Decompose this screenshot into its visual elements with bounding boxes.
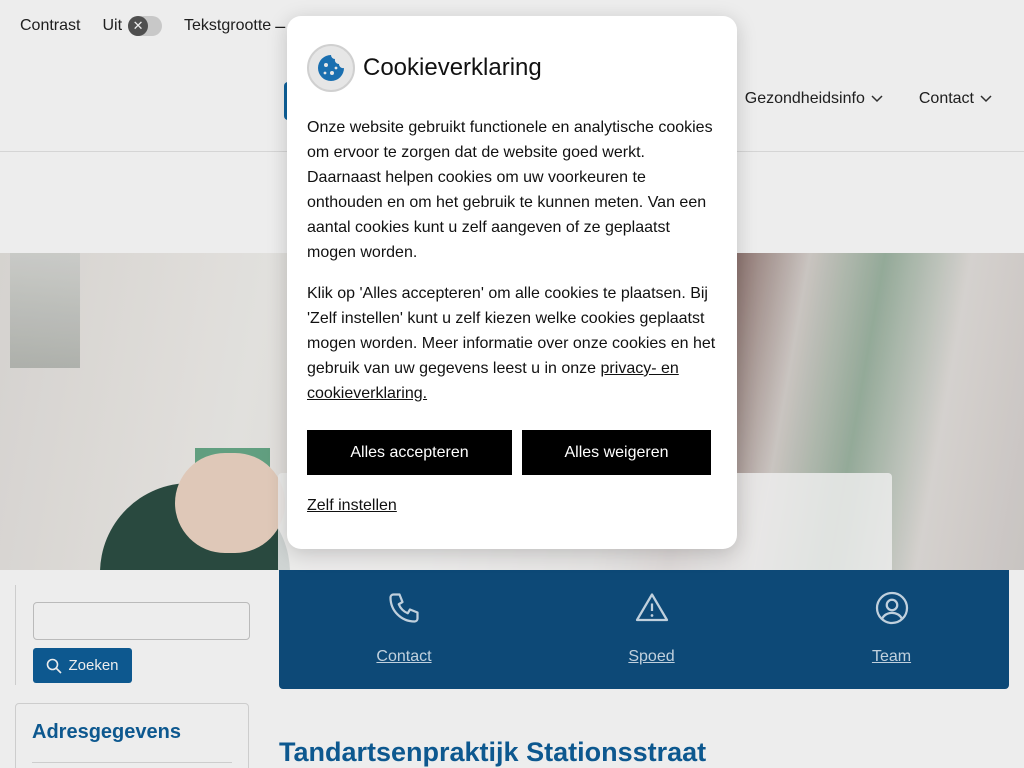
cookie-modal: Cookieverklaring Onze website gebruikt f… bbox=[287, 16, 737, 549]
cookie-icon bbox=[307, 44, 355, 92]
cookie-paragraph-1: Onze website gebruikt functionele en ana… bbox=[307, 119, 713, 261]
cookie-paragraph-2: Klik op 'Alles accepteren' om alle cooki… bbox=[307, 281, 719, 406]
cookie-modal-header: Cookieverklaring bbox=[307, 44, 542, 92]
cookie-modal-title: Cookieverklaring bbox=[363, 54, 542, 81]
accept-all-button[interactable]: Alles accepteren bbox=[307, 430, 512, 475]
reject-all-button[interactable]: Alles weigeren bbox=[522, 430, 711, 475]
cookie-glyph bbox=[318, 55, 344, 81]
custom-settings-link[interactable]: Zelf instellen bbox=[307, 497, 397, 515]
